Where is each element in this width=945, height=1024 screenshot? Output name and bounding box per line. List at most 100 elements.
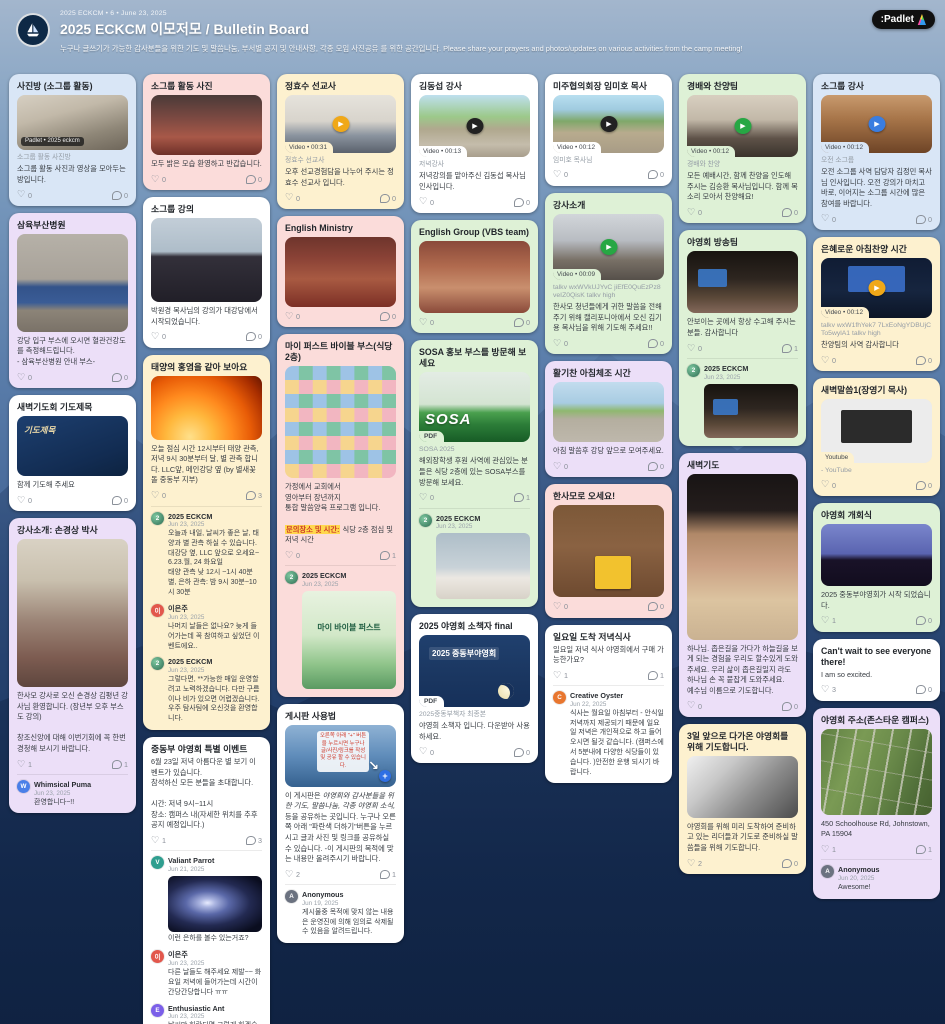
photo[interactable] [821, 729, 932, 815]
like-button[interactable]: ♡1 [553, 671, 568, 681]
play-button-icon[interactable]: ▶ [600, 239, 617, 255]
like-button[interactable]: ♡0 [821, 480, 836, 490]
card[interactable]: 일요일 도착 저녁식사일요일 저녁 식사 야영회에서 구매 가능한가요?♡11C… [545, 625, 672, 784]
padlet-logo[interactable]: :Padlet [872, 10, 935, 29]
attachment-label[interactable]: talkv wxWVkUJYvC jiEfE0QuEzPz8veIZ0QisK … [553, 284, 664, 300]
card[interactable]: 새벽기도하나님. 좁은길을 가다가 하늘길을 보게 되는 경험을 우리도 할수있… [679, 453, 806, 717]
card[interactable]: 김동섭 강사▶Video • 00:13저녁강사저녁강의를 맡아주신 김동섭 목… [411, 74, 538, 213]
comment-button[interactable]: 0 [916, 616, 933, 625]
comment-button[interactable]: 0 [112, 191, 129, 200]
photo[interactable] [704, 384, 798, 438]
card[interactable]: 중동부 야영회 특별 이벤트6월 23일 저녁 아름다운 별 보기 이벤트가 있… [143, 737, 270, 1024]
photo[interactable] [151, 95, 262, 155]
like-button[interactable]: ♡0 [419, 318, 434, 328]
photo[interactable] [168, 876, 262, 932]
attachment-label[interactable]: 소그룹 활동 사진방 [17, 154, 128, 162]
comment-button[interactable]: 1 [916, 845, 933, 854]
video-thumbnail[interactable]: ▶Video • 00:12 [687, 95, 798, 157]
photo[interactable] [687, 756, 798, 818]
like-button[interactable]: ♡0 [553, 170, 568, 180]
like-button[interactable]: ♡1 [821, 845, 836, 855]
comment-button[interactable]: 0 [648, 339, 665, 348]
comment-button[interactable]: 0 [916, 481, 933, 490]
comment-button[interactable]: 0 [648, 462, 665, 471]
like-button[interactable]: ♡0 [687, 344, 702, 354]
pdf-attachment[interactable]: SOSAPDF [419, 372, 530, 442]
card[interactable]: SOSA 홍보 부스를 방문해 보세요SOSAPDFSOSA 2025해외장학생… [411, 340, 538, 607]
video-thumbnail[interactable]: ▶Video • 00:09 [553, 214, 664, 280]
card[interactable]: 2025 야영회 소책자 final2025 중동부야영회PDF2025중동부책… [411, 614, 538, 763]
photo[interactable]: Padlet • 2025 eckcm [17, 95, 128, 150]
card[interactable]: Can't wait to see everyone there!I am so… [813, 639, 940, 701]
video-thumbnail[interactable]: ▶Video • 00:13 [419, 95, 530, 157]
photo[interactable] [436, 533, 530, 599]
comment-button[interactable]: 0 [380, 312, 397, 321]
card[interactable]: 태양의 홍염을 같아 보아요오늘 점심 시간 12시부터 태양 관측, 저녁 9… [143, 355, 270, 730]
comment-button[interactable]: 0 [782, 702, 799, 711]
attachment-label[interactable]: talkv wxW1fhYek7 7LxEoNgYDBUjCTo5wylA1 t… [821, 322, 932, 338]
photo[interactable] [553, 382, 664, 442]
comment-button[interactable]: 1 [782, 344, 799, 353]
like-button[interactable]: ♡0 [687, 208, 702, 218]
like-button[interactable]: ♡2 [687, 859, 702, 869]
card[interactable]: 경배와 찬양팀▶Video • 00:12경배와 찬양모든 예배시간, 함께 찬… [679, 74, 806, 223]
card[interactable]: 사진방 (소그룹 활동)Padlet • 2025 eckcm소그룹 활동 사진… [9, 74, 136, 206]
card[interactable]: 야영회 방송팀안보이는 곳에서 항상 수고해 주시는 분들. 감사합니다♡012… [679, 230, 806, 445]
card[interactable]: English Group (VBS team)♡00 [411, 220, 538, 333]
card[interactable]: 소그룹 강사▶Video • 00:12오전 소그룹오전 소그룹 사역 담당자 … [813, 74, 940, 230]
card[interactable]: 야영회 주소(존스타운 캠퍼스)450 Schoolhouse Rd, John… [813, 708, 940, 899]
photo[interactable] [17, 234, 128, 332]
photo[interactable] [687, 251, 798, 313]
play-button-icon[interactable]: ▶ [734, 118, 751, 134]
video-thumbnail[interactable]: ▶Video • 00:12 [821, 95, 932, 153]
card[interactable]: 강사소개: 손경상 박사한사모 강사로 오신 손경상 김평년 강사님 환영합니다… [9, 518, 136, 813]
like-button[interactable]: ♡0 [285, 312, 300, 322]
comment-button[interactable]: 1 [112, 760, 129, 769]
like-button[interactable]: ♡0 [553, 339, 568, 349]
card[interactable]: English Ministry♡00 [277, 216, 404, 327]
play-button-icon[interactable]: ▶ [466, 118, 483, 134]
photo[interactable] [285, 366, 396, 478]
like-button[interactable]: ♡0 [419, 197, 434, 207]
like-button[interactable]: ♡1 [151, 836, 166, 846]
attachment-label[interactable]: 오전 소그룹 [821, 157, 932, 165]
comment-button[interactable]: 1 [514, 493, 531, 502]
like-button[interactable]: ♡0 [285, 193, 300, 203]
youtube-embed[interactable]: Youtube [821, 399, 932, 463]
comment-button[interactable]: 3 [246, 491, 263, 500]
photo[interactable] [151, 376, 262, 440]
comment-button[interactable]: 0 [514, 748, 531, 757]
like-button[interactable]: ♡0 [17, 190, 32, 200]
photo[interactable] [17, 539, 128, 687]
comment-button[interactable]: 0 [916, 685, 933, 694]
like-button[interactable]: ♡0 [687, 701, 702, 711]
like-button[interactable]: ♡0 [821, 214, 836, 224]
video-thumbnail[interactable]: ▶Video • 00:31 [285, 95, 396, 153]
like-button[interactable]: ♡0 [821, 356, 836, 366]
play-button-icon[interactable]: ▶ [868, 280, 885, 296]
photo[interactable]: 오른쪽 아래 "+" 버튼을 누르시면 누구나 글/사진/링크를 작성 및 공유… [285, 725, 396, 787]
photo[interactable] [687, 474, 798, 640]
attachment-label[interactable]: - YouTube [821, 467, 932, 475]
photo[interactable]: 기도제목 [17, 416, 128, 476]
card[interactable]: 게시판 사용법오른쪽 아래 "+" 버튼을 누르시면 누구나 글/사진/링크를 … [277, 704, 404, 943]
comment-button[interactable]: 0 [648, 602, 665, 611]
comment-button[interactable]: 0 [782, 208, 799, 217]
comment-button[interactable]: 1 [380, 870, 397, 879]
card[interactable]: 은혜로운 아침찬양 시간▶Video • 00:12talkv wxW1fhYe… [813, 237, 940, 371]
card[interactable]: 활기찬 아침체조 시간아침 말씀후 강당 앞으로 모여주세요.♡00 [545, 361, 672, 477]
like-button[interactable]: ♡0 [553, 462, 568, 472]
photo[interactable]: 마이 바이블 퍼스트 [302, 591, 396, 689]
like-button[interactable]: ♡0 [151, 175, 166, 185]
photo[interactable] [285, 237, 396, 307]
like-button[interactable]: ♡1 [17, 760, 32, 770]
card[interactable]: 소그룹 강의박원경 목사님의 강의가 대강당에서 시작되었습니다.♡00 [143, 197, 270, 348]
card[interactable]: 삼육부산병원강당 입구 부스에 오시면 혈관건강도를 측정해드립니다. - 삼육… [9, 213, 136, 388]
like-button[interactable]: ♡0 [17, 373, 32, 383]
like-button[interactable]: ♡2 [285, 870, 300, 880]
photo[interactable] [553, 505, 664, 597]
like-button[interactable]: ♡0 [17, 496, 32, 506]
like-button[interactable]: ♡0 [285, 551, 300, 561]
comment-button[interactable]: 0 [648, 170, 665, 179]
video-thumbnail[interactable]: ▶Video • 00:12 [553, 95, 664, 153]
